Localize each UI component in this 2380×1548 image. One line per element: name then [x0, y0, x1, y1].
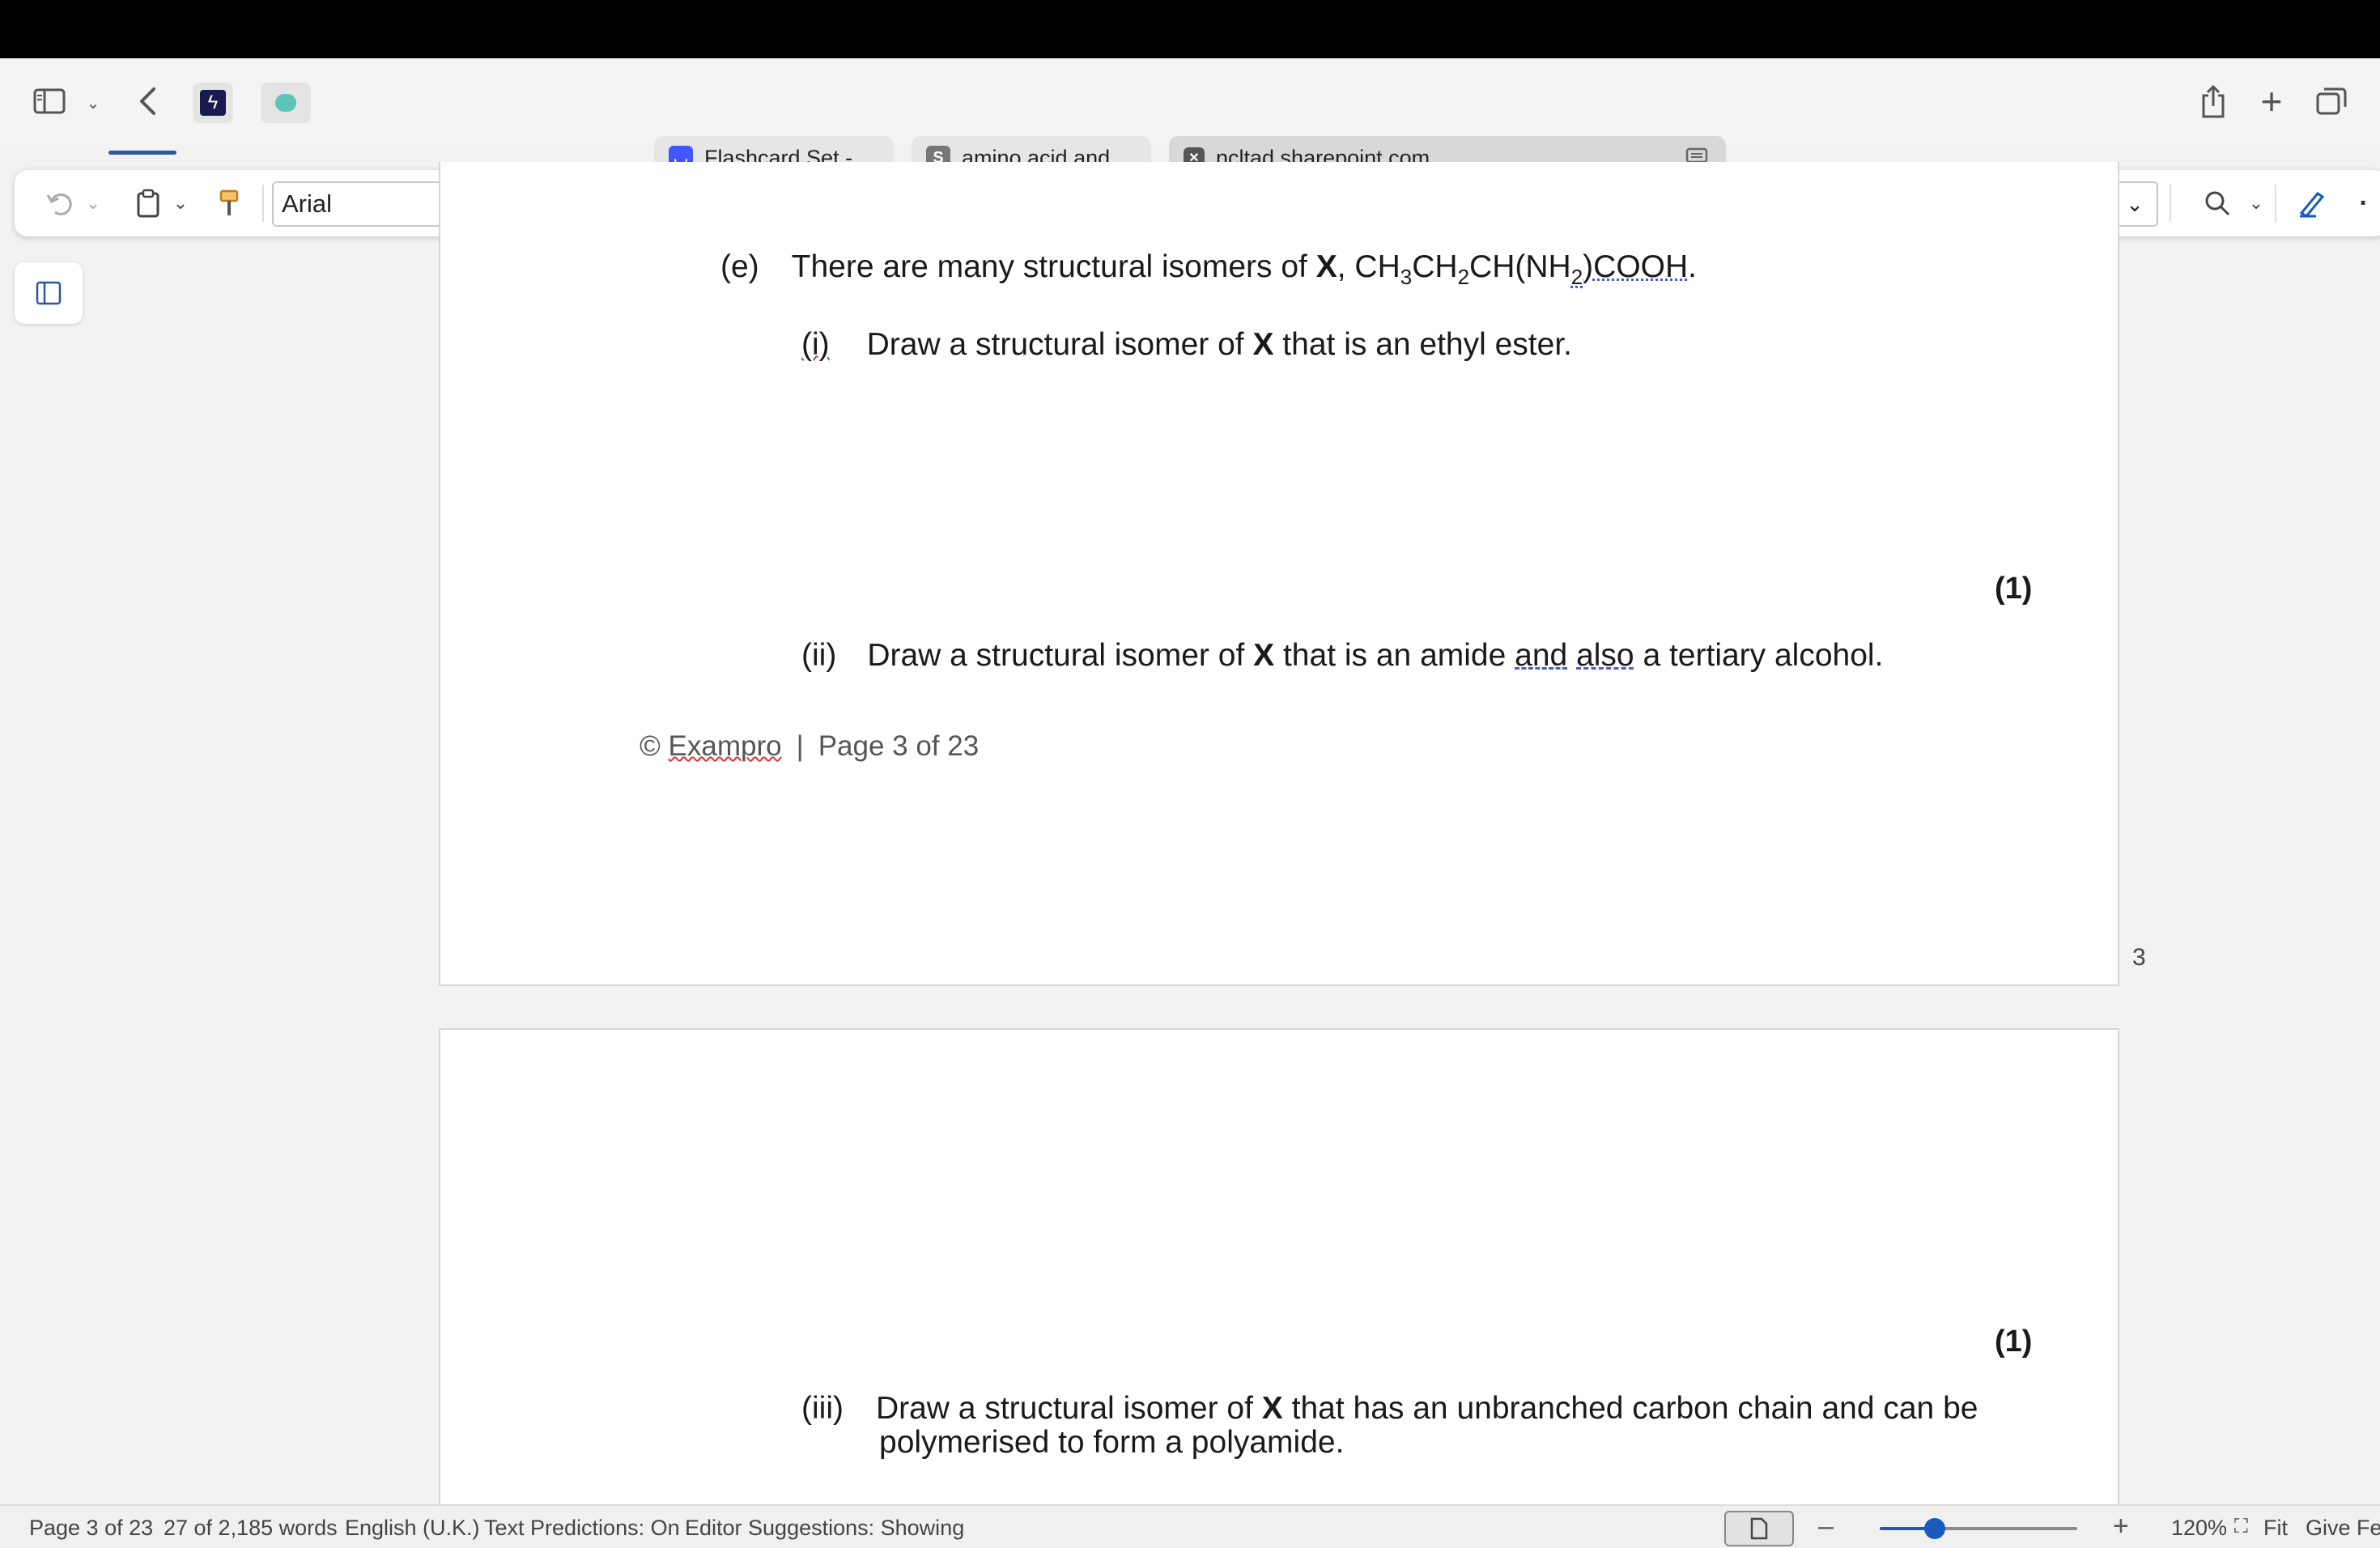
page-number-marker: 3 — [2132, 944, 2146, 971]
formula-part: CH(NH — [1469, 249, 1571, 284]
sidebar-toggle-icon[interactable] — [29, 81, 70, 121]
compound-label: X — [1261, 1391, 1283, 1426]
question-text: a tertiary alcohol. — [1634, 638, 1884, 673]
status-text-predictions[interactable]: Text Predictions: On — [484, 1516, 680, 1541]
part-label: (i) — [801, 327, 830, 362]
marks-label: (1) — [1995, 1325, 2033, 1359]
footer-brand: Exampro — [668, 730, 782, 762]
fit-icon[interactable]: ⛶ — [2234, 1516, 2248, 1538]
part-label: (e) — [720, 249, 759, 284]
part-label: (ii) — [801, 638, 837, 673]
document-page: (1) (iii) Draw a structural isomer of X t… — [439, 1028, 2119, 1548]
compound-label: X — [1253, 638, 1275, 673]
status-bar: Page 3 of 23 27 of 2,185 words English (… — [0, 1504, 2380, 1548]
punctuation: . — [1688, 249, 1698, 284]
question-text: that is an ethyl ester. — [1273, 327, 1573, 362]
extension-bolt-icon[interactable]: ϟ — [193, 83, 233, 123]
compound-label: X — [1315, 249, 1337, 284]
undo-icon[interactable] — [39, 170, 79, 236]
question-text: that has an unbranched carbon chain and … — [1282, 1391, 1978, 1426]
undo-chevron-icon[interactable]: ⌄ — [81, 170, 105, 236]
give-feedback-link[interactable]: Give Fee — [2306, 1516, 2380, 1541]
question-text: Draw a structural isomer of — [875, 1391, 1262, 1426]
page-footer: © Exampro | Page 3 of 23 — [640, 730, 979, 763]
question-part-ii[interactable]: (ii) Draw a structural isomer of X that i… — [801, 638, 1883, 674]
status-language[interactable]: English (U.K.) — [345, 1516, 480, 1541]
status-word-count[interactable]: 27 of 2,185 words — [164, 1516, 338, 1541]
format-painter-icon[interactable] — [209, 170, 249, 236]
fit-button[interactable]: Fit — [2263, 1516, 2288, 1541]
formula-part: CH — [1412, 249, 1458, 284]
footer-divider: | — [796, 730, 804, 762]
top-black-bar — [0, 0, 2380, 58]
font-name-value: Arial — [282, 189, 333, 218]
active-ribbon-tab-indicator — [108, 151, 176, 155]
grammar-flag-word: also — [1576, 638, 1634, 673]
status-editor-suggestions[interactable]: Editor Suggestions: Showing — [685, 1516, 964, 1541]
editor-icon[interactable] — [2291, 170, 2331, 236]
formula-subscript: 2 — [1457, 264, 1470, 289]
formula-subscript: 3 — [1400, 264, 1413, 289]
question-part-i[interactable]: (i) Draw a structural isomer of X that is… — [801, 327, 1572, 363]
question-text: that is an amide — [1274, 638, 1515, 673]
navigation-pane-button[interactable] — [15, 262, 83, 324]
browser-toolbar: ⌄ ϟ ◡ Flashcard Set -... S amino acid an… — [0, 58, 2380, 180]
document-page: (e) There are many structural isomers of … — [439, 162, 2119, 986]
compound-label: X — [1252, 327, 1274, 362]
grammar-flag-word: and — [1515, 638, 1568, 673]
style-dropdown[interactable]: ⌄ — [2113, 181, 2158, 227]
marks-label: (1) — [1995, 572, 2033, 606]
more-icon[interactable]: · — [2356, 170, 2372, 236]
question-text: Draw a structural isomer of — [867, 638, 1254, 673]
part-label: (iii) — [801, 1391, 844, 1426]
back-icon[interactable] — [130, 83, 167, 120]
status-page[interactable]: Page 3 of 23 — [29, 1516, 153, 1541]
new-tab-icon[interactable]: + — [2254, 80, 2289, 122]
question-part-iii-line2: polymerised to form a polyamide. — [879, 1425, 1345, 1460]
search-chevron-icon[interactable]: ⌄ — [2244, 170, 2268, 236]
tab-overview-icon[interactable] — [2314, 83, 2349, 120]
question-text: There are many structural isomers of — [791, 249, 1316, 284]
question-part-e[interactable]: (e) There are many structural isomers of … — [720, 249, 1697, 290]
zoom-slider-knob[interactable] — [1924, 1518, 1946, 1539]
chevron-down-icon: ⌄ — [2126, 191, 2144, 216]
paste-icon[interactable] — [128, 170, 168, 236]
print-layout-button[interactable] — [1724, 1511, 1794, 1546]
paste-chevron-icon[interactable]: ⌄ — [168, 170, 193, 236]
zoom-slider[interactable] — [1880, 1518, 2077, 1539]
zoom-out-button[interactable]: – — [1818, 1511, 1834, 1542]
formula-part: )COOH — [1583, 249, 1689, 284]
search-icon[interactable] — [2197, 170, 2238, 236]
question-text: Draw a structural isomer of — [866, 327, 1253, 362]
footer-page: Page 3 of 23 — [818, 730, 980, 762]
zoom-in-button[interactable]: + — [2113, 1511, 2129, 1542]
extension-chat-icon[interactable] — [261, 83, 311, 123]
question-part-iii[interactable]: (iii) Draw a structural isomer of X that … — [801, 1391, 1978, 1427]
formula-part: CH — [1354, 249, 1400, 284]
zoom-level[interactable]: 120% — [2171, 1516, 2227, 1541]
formula-subscript: 2 — [1570, 264, 1583, 289]
copyright-symbol: © — [640, 730, 661, 762]
chevron-down-icon[interactable]: ⌄ — [81, 91, 105, 115]
share-icon[interactable] — [2195, 81, 2231, 121]
